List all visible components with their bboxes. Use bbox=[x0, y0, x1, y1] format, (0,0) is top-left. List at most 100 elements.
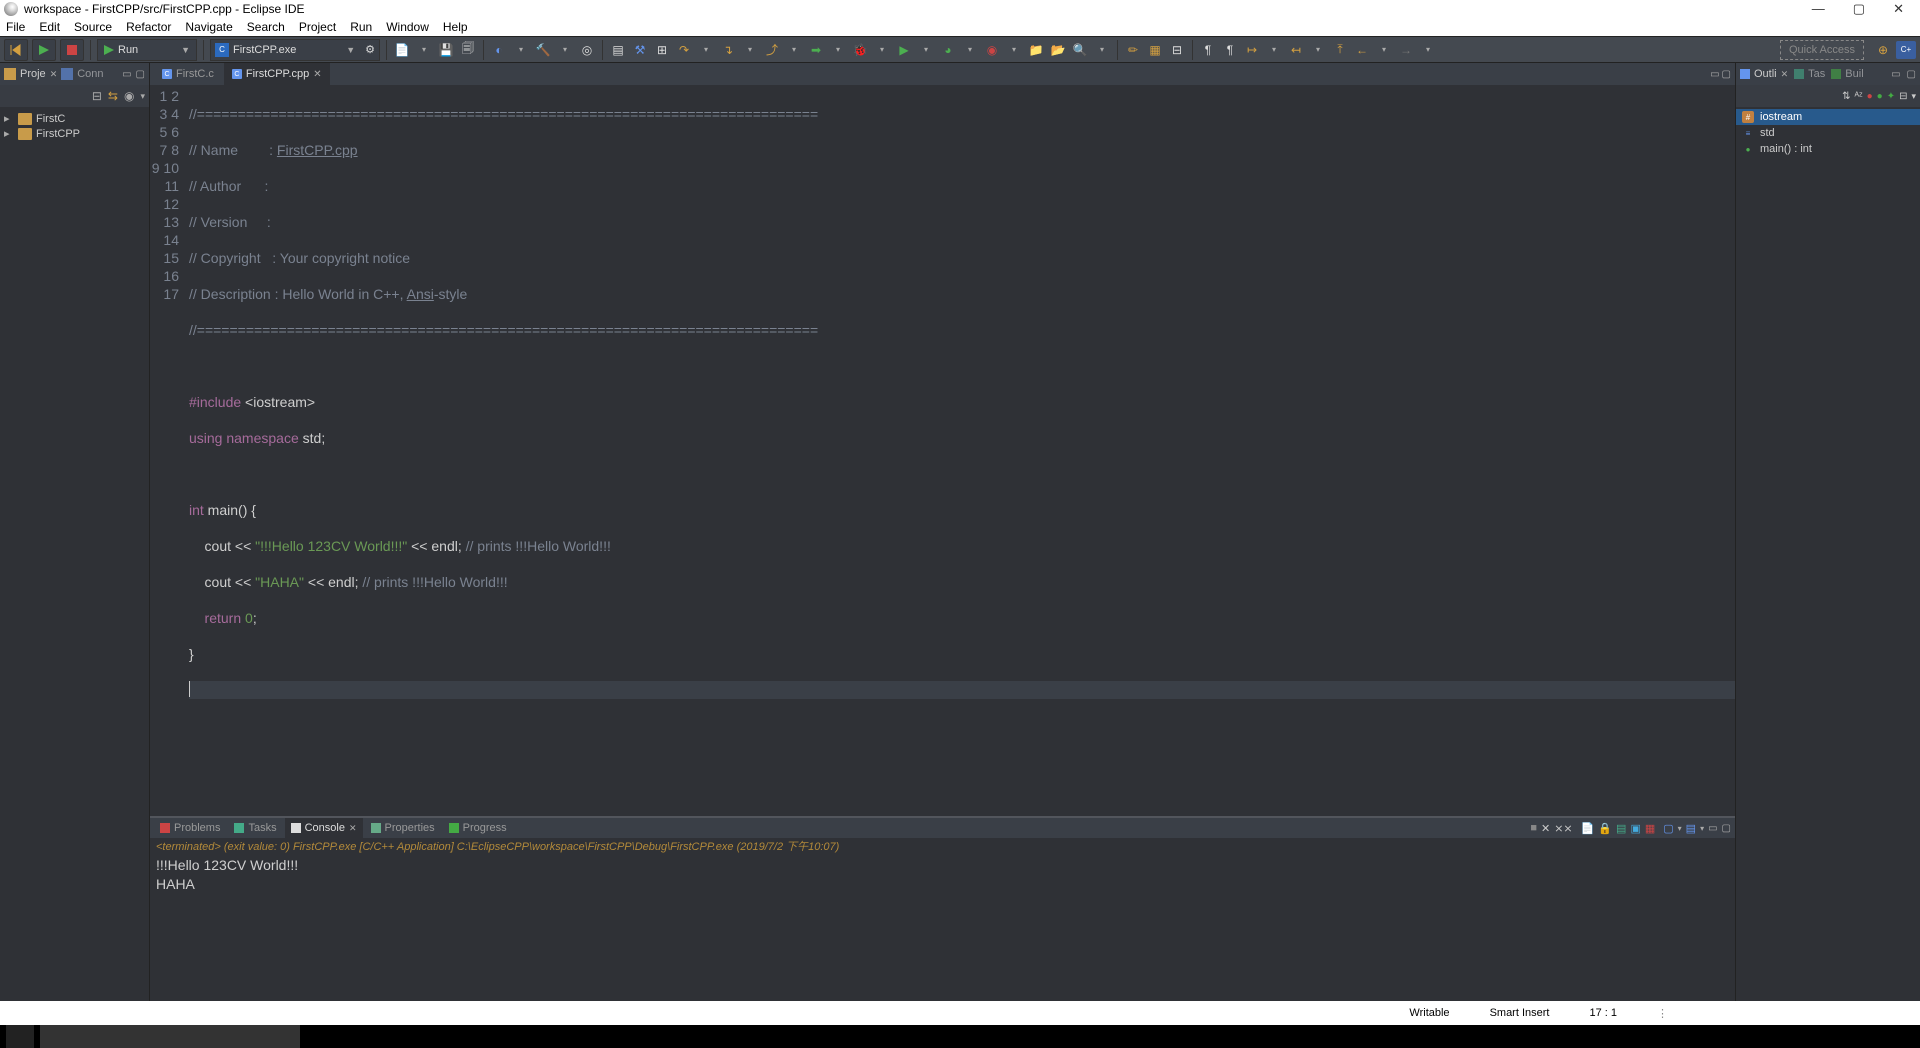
minimize-view-icon[interactable]: ▭ bbox=[122, 69, 131, 80]
taskbar-item[interactable] bbox=[6, 1025, 34, 1048]
hide-static-icon[interactable]: ● bbox=[1877, 91, 1883, 102]
console-tab[interactable]: Console ✕ bbox=[285, 818, 363, 838]
link-editor-icon[interactable]: ⇆ bbox=[108, 89, 118, 103]
launch-config-select[interactable]: C FirstCPP.exe ▼ ⚙ bbox=[210, 39, 380, 61]
wrench-icon[interactable]: ⚒ bbox=[631, 41, 649, 59]
arrow-right-icon[interactable]: ➡ bbox=[807, 41, 825, 59]
build-icon[interactable]: ◐ bbox=[490, 41, 508, 59]
os-taskbar[interactable] bbox=[0, 1025, 1920, 1048]
filter-icon[interactable]: ⊟ bbox=[1899, 91, 1907, 102]
new-icon[interactable]: 📄 bbox=[393, 41, 411, 59]
prev-annotation-icon[interactable]: ↤ bbox=[1287, 41, 1305, 59]
open-console-icon[interactable]: ▢ bbox=[1663, 822, 1673, 835]
outline-tab[interactable]: Outli ✕ bbox=[1740, 68, 1788, 80]
save-all-icon[interactable]: 🗐 bbox=[459, 41, 477, 59]
bug-icon[interactable]: 🐞 bbox=[851, 41, 869, 59]
remove-launch-icon[interactable]: ✕ bbox=[1541, 822, 1550, 835]
project-node[interactable]: ▸ FirstCPP bbox=[4, 126, 145, 141]
perspective-cpp-icon[interactable]: C+ bbox=[1896, 41, 1916, 59]
maximize-bottom-icon[interactable]: ▢ bbox=[1722, 823, 1731, 834]
connections-tab[interactable]: Conn bbox=[61, 68, 103, 80]
quick-access[interactable]: Quick Access bbox=[1780, 40, 1864, 60]
menu-project[interactable]: Project bbox=[299, 20, 336, 34]
open-task-icon[interactable]: ⤒ bbox=[1331, 41, 1349, 59]
problems-tab[interactable]: Problems bbox=[154, 818, 226, 838]
clear-console-icon[interactable]: 📄 bbox=[1581, 822, 1595, 835]
grid-icon[interactable]: ⊞ bbox=[653, 41, 671, 59]
step-over-icon[interactable]: ↷ bbox=[675, 41, 693, 59]
target-icon[interactable]: ◎ bbox=[578, 41, 596, 59]
project-node[interactable]: ▸ FirstC bbox=[4, 111, 145, 126]
maximize-button[interactable]: ▢ bbox=[1853, 1, 1865, 17]
mark-icon[interactable]: ▦ bbox=[1146, 41, 1164, 59]
perspective-open-icon[interactable]: ⊕ bbox=[1874, 41, 1892, 59]
next-annotation-icon[interactable]: ↦ bbox=[1243, 41, 1261, 59]
pilcrow-icon[interactable]: ¶ bbox=[1221, 41, 1239, 59]
view-menu-right-icon[interactable]: ▾ bbox=[1911, 91, 1916, 102]
outline-item[interactable]: ≡ std bbox=[1736, 125, 1920, 141]
search-icon[interactable]: 🔍 bbox=[1071, 41, 1089, 59]
editor-tab[interactable]: C FirstC.c bbox=[154, 63, 222, 85]
forward-icon[interactable]: → bbox=[1397, 41, 1415, 59]
maximize-view-icon[interactable]: ▢ bbox=[136, 69, 145, 80]
build-targets-tab[interactable]: Buil bbox=[1831, 68, 1863, 80]
profile-icon[interactable]: ◕ bbox=[939, 41, 957, 59]
run-mode-select[interactable]: Run ▼ bbox=[97, 39, 197, 61]
run-icon[interactable]: ▶ bbox=[895, 41, 913, 59]
az-icon[interactable]: ᴬᶻ bbox=[1854, 91, 1862, 102]
menu-help[interactable]: Help bbox=[443, 20, 468, 34]
outline-item[interactable]: ● main() : int bbox=[1736, 141, 1920, 157]
highlight-icon[interactable]: ✏ bbox=[1124, 41, 1142, 59]
coverage-icon[interactable]: ◉ bbox=[983, 41, 1001, 59]
minimize-button[interactable]: — bbox=[1812, 1, 1825, 17]
maximize-editor-icon[interactable]: ▢ bbox=[1722, 69, 1731, 80]
step-return-icon[interactable]: ⤴ bbox=[763, 41, 781, 59]
menu-window[interactable]: Window bbox=[386, 20, 429, 34]
menu-file[interactable]: File bbox=[6, 20, 25, 34]
menu-edit[interactable]: Edit bbox=[39, 20, 60, 34]
sort-icon[interactable]: ⇅ bbox=[1842, 91, 1850, 102]
close-tab-icon[interactable]: ✕ bbox=[313, 69, 321, 80]
menu-search[interactable]: Search bbox=[247, 20, 285, 34]
sheet-icon[interactable]: ▤ bbox=[609, 41, 627, 59]
view-menu-icon[interactable]: ▾ bbox=[140, 91, 145, 102]
hide-fields-icon[interactable]: ● bbox=[1867, 91, 1873, 102]
minimize-right-icon[interactable]: ▭ bbox=[1891, 69, 1900, 80]
menu-run[interactable]: Run bbox=[350, 20, 372, 34]
display-selected-icon[interactable]: ▦ bbox=[1645, 822, 1655, 835]
code-editor[interactable]: 1 2 3 4 5 6 7 8 9 10 11 12 13 14 15 16 1… bbox=[150, 85, 1735, 816]
gear-icon[interactable]: ⚙ bbox=[365, 43, 375, 56]
terminate-icon[interactable]: ■ bbox=[1530, 822, 1537, 834]
menu-refactor[interactable]: Refactor bbox=[126, 20, 171, 34]
paragraph-icon[interactable]: ¶ bbox=[1199, 41, 1217, 59]
menu-source[interactable]: Source bbox=[74, 20, 112, 34]
focus-icon[interactable]: ◉ bbox=[124, 89, 134, 103]
tasks-outline-tab[interactable]: Tas bbox=[1794, 68, 1825, 80]
folder-open-icon[interactable]: 📂 bbox=[1049, 41, 1067, 59]
show-last-icon[interactable]: ▤ bbox=[1616, 822, 1626, 835]
outline-item[interactable]: # iostream bbox=[1736, 109, 1920, 125]
scroll-lock-icon[interactable]: 🔒 bbox=[1598, 822, 1612, 835]
save-icon[interactable]: 💾 bbox=[437, 41, 455, 59]
step-into-icon[interactable]: ↴ bbox=[719, 41, 737, 59]
collapse-all-icon[interactable]: ⊟ bbox=[92, 89, 102, 103]
menu-navigate[interactable]: Navigate bbox=[185, 20, 232, 34]
editor-tab[interactable]: C FirstCPP.cpp ✕ bbox=[224, 63, 330, 85]
remove-all-icon[interactable]: ⨯⨯ bbox=[1554, 822, 1572, 835]
progress-tab[interactable]: Progress bbox=[443, 818, 513, 838]
status-menu-icon[interactable]: ⋮ bbox=[1657, 1007, 1668, 1020]
minimize-bottom-icon[interactable]: ▭ bbox=[1708, 823, 1717, 834]
hammer-icon[interactable]: 🔨 bbox=[534, 41, 552, 59]
new-folder-icon[interactable]: 📁 bbox=[1027, 41, 1045, 59]
skip-button[interactable] bbox=[4, 39, 28, 61]
minimize-editor-icon[interactable]: ▭ bbox=[1710, 69, 1719, 80]
project-explorer-tab[interactable]: Proje ✕ bbox=[4, 68, 57, 80]
hide-nonpublic-icon[interactable]: ✦ bbox=[1887, 91, 1895, 102]
resume-button[interactable] bbox=[32, 39, 56, 61]
new-console-icon[interactable]: ▤ bbox=[1686, 822, 1696, 835]
tasks-tab[interactable]: Tasks bbox=[228, 818, 282, 838]
taskbar-item[interactable] bbox=[40, 1025, 300, 1048]
close-button[interactable]: ✕ bbox=[1893, 1, 1904, 17]
properties-tab[interactable]: Properties bbox=[365, 818, 441, 838]
back-icon[interactable]: ← bbox=[1353, 41, 1371, 59]
